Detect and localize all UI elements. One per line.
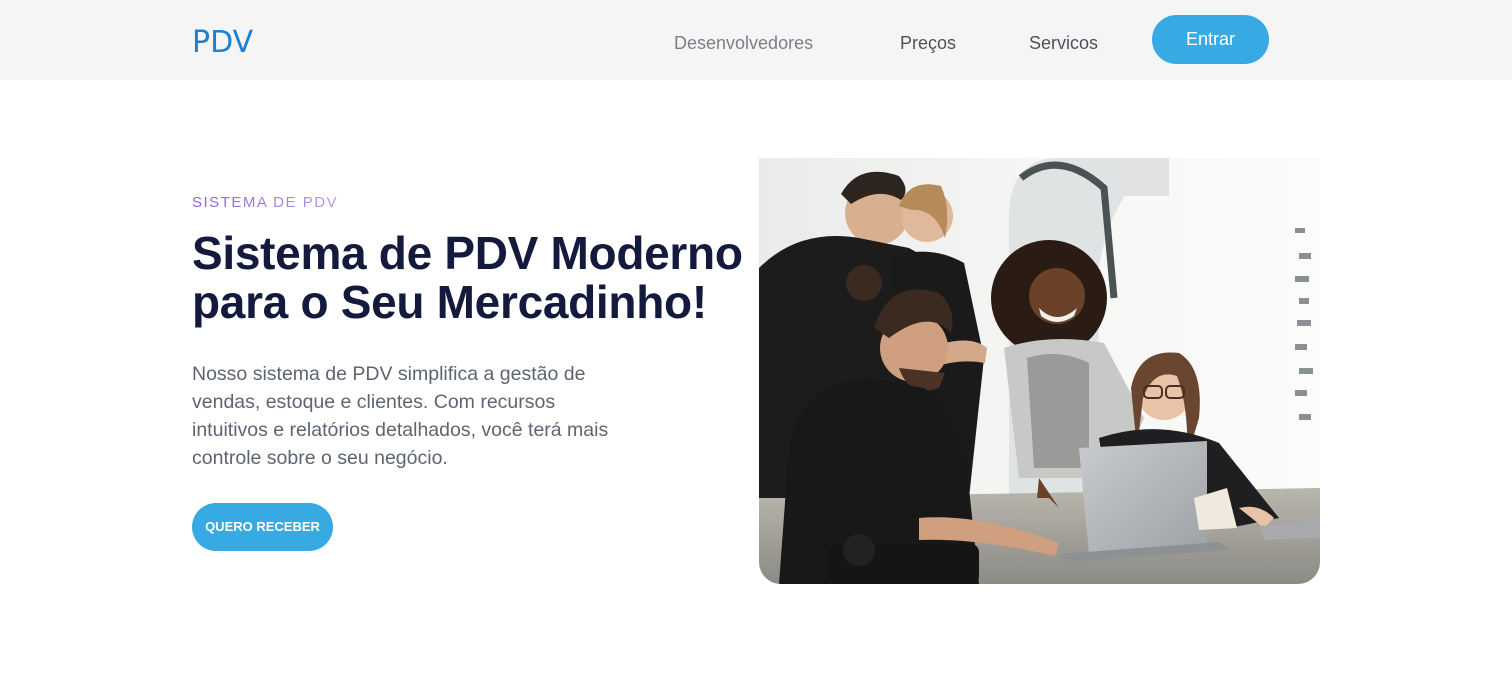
site-header: PDV Desenvolvedores Preços Servicos Entr… bbox=[0, 0, 1512, 80]
hero-description: Nosso sistema de PDV simplifica a gestão… bbox=[192, 363, 609, 469]
site-logo[interactable]: PDV bbox=[192, 26, 253, 60]
login-button[interactable]: Entrar bbox=[1152, 15, 1269, 64]
hero-title-line-2: para o Seu Mercadinho! bbox=[192, 276, 707, 328]
hero-title-line-1: Sistema de PDV Moderno bbox=[192, 227, 743, 279]
hero-title: Sistema de PDV Moderno para o Seu Mercad… bbox=[192, 229, 762, 327]
nav-link-servicos[interactable]: Servicos bbox=[1029, 32, 1098, 54]
nav-link-precos[interactable]: Preços bbox=[900, 32, 956, 54]
hero-eyebrow: SISTEMA DE PDV bbox=[192, 194, 339, 211]
nav-link-desenvolvedores[interactable]: Desenvolvedores bbox=[674, 32, 813, 54]
quero-receber-button[interactable]: QUERO RECEBER bbox=[192, 503, 333, 551]
hero-photo bbox=[759, 158, 1320, 584]
